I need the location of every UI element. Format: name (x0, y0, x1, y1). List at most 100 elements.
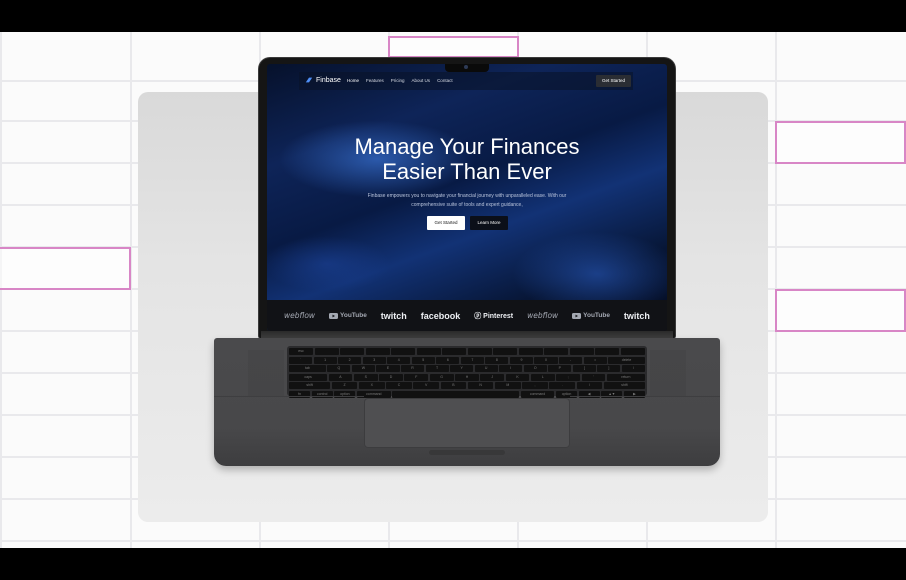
keyboard-key (442, 348, 467, 355)
keyboard-key: L (530, 373, 555, 381)
keyboard-key: 0 (534, 356, 558, 364)
highlight-cell (775, 121, 906, 164)
keyboard-key: V (413, 382, 440, 389)
keyboard-key: Z (331, 382, 358, 389)
highlight-cell (0, 247, 131, 290)
nav-link-contact[interactable]: Contact (437, 78, 453, 83)
keyboard-key: shift (603, 382, 645, 389)
keyboard-key: Q (327, 365, 351, 372)
youtube-logo-text: YouTube (340, 312, 367, 319)
keyboard-key: command (520, 390, 555, 398)
keyboard-key: 8 (485, 356, 509, 364)
keyboard: esc ` 1 2 3 4 5 6 7 8 9 0- = delete tab Q W E R T Y U I O P[] \ ca… (287, 346, 647, 398)
keyboard-key: J (480, 373, 505, 381)
keyboard-key: F (404, 373, 429, 381)
keyboard-key: 5 (411, 356, 435, 364)
keyboard-key: U (474, 365, 498, 372)
site-navbar: Finbase Home Features Pricing About Us C… (299, 72, 633, 90)
grid-line (0, 32, 2, 548)
nav-link-about[interactable]: About Us (412, 78, 431, 83)
keyboard-key: C (386, 382, 412, 389)
keyboard-key (493, 348, 518, 355)
keyboard-key (340, 348, 365, 355)
keyboard-key: H (455, 373, 479, 381)
keyboard-key: O (523, 365, 547, 372)
keyboard-row: ` 1 2 3 4 5 6 7 8 9 0- = delete (289, 356, 645, 364)
keyboard-key (467, 348, 492, 355)
finbase-logo-icon (305, 77, 313, 83)
keyboard-key: 7 (460, 356, 484, 364)
keyboard-key: \ (621, 365, 645, 372)
keyboard-key: . (549, 382, 576, 389)
nav-link-pricing[interactable]: Pricing (391, 78, 405, 83)
twitch-logo: twitch (380, 310, 407, 321)
hero-title-line2: Easier Than Ever (382, 159, 552, 184)
nav-link-home[interactable]: Home (347, 78, 359, 83)
highlight-cell (775, 289, 906, 332)
speaker-grille-right (650, 350, 686, 396)
keyboard-key (391, 348, 416, 355)
keyboard-key: / (576, 382, 603, 389)
partner-logo-bar: webflow YouTube twitch facebook ⓟ Pinter… (267, 300, 667, 331)
keyboard-key: P (548, 365, 572, 372)
laptop-hinge (261, 331, 673, 338)
youtube-logo-text: YouTube (583, 312, 610, 319)
keyboard-key: D (379, 373, 403, 381)
keyboard-key: T (425, 365, 449, 372)
keyboard-key: 1 (313, 356, 337, 364)
keyboard-row: tab Q W E R T Y U I O P[] \ (289, 365, 645, 372)
keyboard-key: 3 (362, 356, 386, 364)
keyboard-key: 6 (436, 356, 460, 364)
case-seam-left (214, 396, 364, 397)
keyboard-key: S (353, 373, 378, 381)
keyboard-key: 2 (338, 356, 362, 364)
hero-learn-more-button[interactable]: Learn More (470, 216, 508, 230)
trackpad (364, 398, 570, 448)
pinterest-logo: ⓟ Pinterest (474, 311, 513, 321)
site-brand-name: Finbase (316, 76, 341, 84)
keyboard-row: shift Z X C V B N M,. / shift (289, 382, 645, 389)
keyboard-key: M (494, 382, 521, 389)
pinterest-logo-text: Pinterest (483, 312, 514, 320)
keyboard-key: G (429, 373, 454, 381)
hero-title-line1: Manage Your Finances (354, 134, 580, 159)
grid-line (130, 32, 132, 548)
webflow-logo: webflow (527, 311, 559, 320)
nav-get-started-button[interactable]: Get Started (595, 75, 631, 87)
laptop-base: esc ` 1 2 3 4 5 6 7 8 9 0- = delete tab Q W E R T Y U I O P[] \ ca… (214, 338, 720, 466)
youtube-play-icon (329, 312, 338, 319)
keyboard-key: R (401, 365, 425, 372)
front-lip (429, 450, 505, 455)
keyboard-key (620, 348, 645, 355)
keyboard-key: ; (556, 373, 581, 381)
grid-line (0, 540, 906, 542)
nav-link-features[interactable]: Features (366, 78, 384, 83)
keyboard-key: W (351, 365, 375, 372)
keyboard-key: A (328, 373, 353, 381)
site-logo[interactable]: Finbase (305, 76, 341, 84)
hero-get-started-button[interactable]: Get Started (427, 216, 465, 230)
youtube-logo: YouTube (572, 312, 610, 319)
keyboard-key: 4 (387, 356, 411, 364)
keyboard-key: ' (581, 373, 606, 381)
speaker-grille-left (248, 350, 284, 396)
case-seam-right (570, 396, 720, 397)
youtube-logo: YouTube (329, 312, 367, 319)
twitch-logo: twitch (623, 310, 650, 321)
keyboard-key: X (358, 382, 385, 389)
keyboard-key: ` (289, 356, 313, 364)
webflow-logo: webflow (283, 311, 316, 320)
keyboard-key: = (583, 356, 607, 364)
keyboard-key (518, 348, 543, 355)
keyboard-key: ] (597, 365, 621, 372)
highlight-cell (388, 36, 519, 58)
keyboard-key: delete (608, 356, 645, 364)
keyboard-key: - (559, 356, 583, 364)
facebook-logo: facebook (420, 310, 461, 321)
hero-subtitle: Finbase empowers you to navigate your fi… (367, 193, 567, 208)
keyboard-key (569, 348, 594, 355)
keyboard-key: Y (450, 365, 474, 372)
keyboard-key: tab (289, 365, 326, 372)
keyboard-key: esc (289, 348, 314, 355)
keyboard-key (314, 348, 339, 355)
